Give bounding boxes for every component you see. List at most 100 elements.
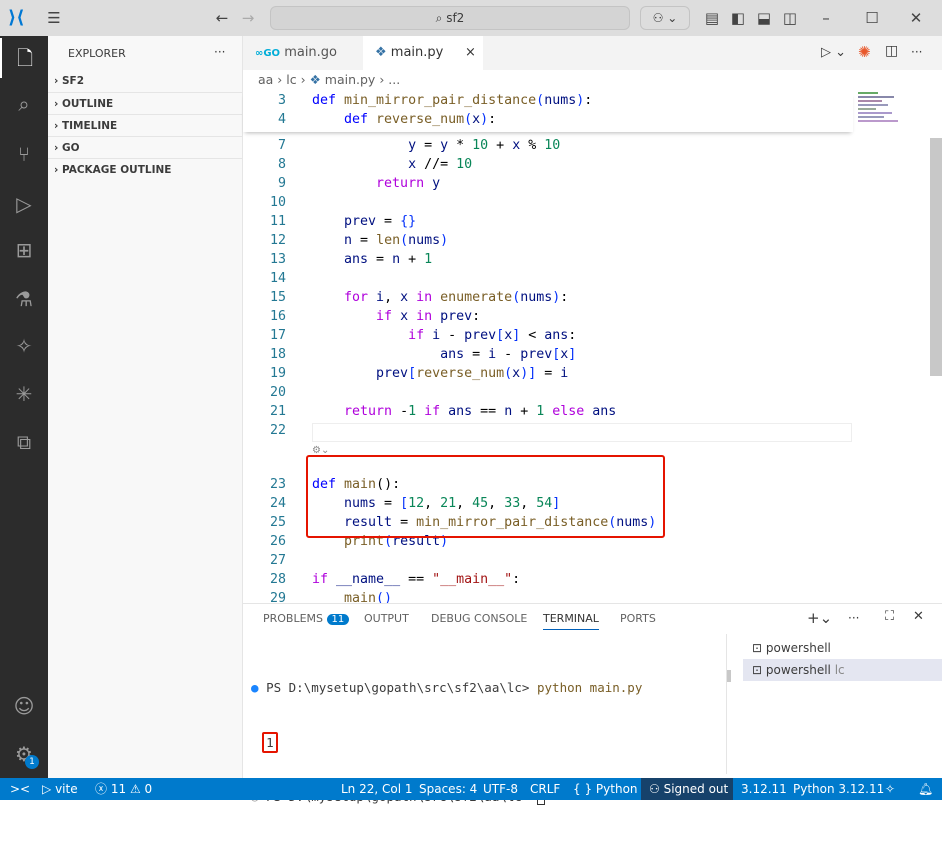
line-number: 18	[269, 347, 286, 362]
terminal-scrollbar[interactable]	[727, 670, 731, 682]
remote-icon[interactable]: ✧	[0, 326, 48, 366]
section-sf2[interactable]: › SF2	[48, 70, 243, 92]
editor-more-icon[interactable]: ···	[911, 45, 922, 59]
tab-problems[interactable]: PROBLEMS 11	[263, 612, 350, 625]
problems-item[interactable]: ⓧ 11 ⚠ 0	[95, 778, 152, 800]
close-panel-icon[interactable]: ✕	[913, 609, 924, 624]
python-interpreter[interactable]: Python 3.12.11	[793, 778, 884, 800]
section-package-outline[interactable]: › PACKAGE OUTLINE	[48, 158, 243, 180]
toggle-sidebar-icon[interactable]: ◧	[728, 8, 748, 28]
settings-gear-icon[interactable]: ⚙	[0, 734, 48, 774]
code-token: ans	[312, 252, 369, 267]
section-outline[interactable]: › OUTLINE	[48, 92, 243, 114]
run-task-item[interactable]: ▷ vite	[42, 778, 78, 800]
code-token: :	[584, 93, 593, 108]
command-center-search[interactable]: ⌕ sf2	[270, 6, 630, 30]
line-number: 20	[269, 385, 286, 400]
code-token: 1	[424, 252, 433, 267]
code-token: %	[520, 138, 545, 153]
encoding[interactable]: UTF-8	[483, 778, 518, 800]
claude-icon[interactable]: ✺	[858, 43, 871, 61]
tab-main-py[interactable]: ❖ main.py ×	[363, 36, 483, 70]
code-token: ,	[384, 290, 401, 305]
menu-icon[interactable]: ☰	[44, 8, 64, 28]
minimize-button[interactable]: –	[816, 8, 836, 28]
language-mode[interactable]: { } Python	[573, 778, 638, 800]
code-token: {}	[400, 214, 417, 229]
line-number: 27	[269, 553, 286, 568]
breadcrumb-item[interactable]: main.py	[325, 72, 376, 87]
breadcrumb-item[interactable]: ...	[388, 72, 400, 87]
editor-scrollbar[interactable]	[930, 138, 942, 376]
code-token: min_mirror_pair_distance	[344, 93, 537, 108]
close-tab-icon[interactable]: ×	[465, 36, 476, 70]
line-number: 14	[269, 271, 286, 286]
tab-label: main.py	[390, 45, 444, 60]
tab-terminal[interactable]: TERMINAL	[543, 612, 599, 630]
run-python-button[interactable]: ▷ ⌄	[821, 45, 846, 60]
terminal-session-active[interactable]: ⊡ powershell lc	[743, 659, 942, 681]
copilot-icon[interactable]: ✳	[0, 374, 48, 414]
remote-explorer-icon[interactable]: ⧉	[0, 422, 48, 462]
toggle-panel-icon[interactable]: ⬓	[754, 8, 774, 28]
testing-icon[interactable]: ⚗	[0, 279, 48, 319]
line-number: 19	[269, 366, 286, 381]
breadcrumb-item[interactable]: lc	[286, 72, 296, 87]
copilot-status[interactable]: ⚇ Signed out	[641, 778, 733, 800]
customize-layout-icon[interactable]: ▤	[702, 8, 722, 28]
close-window-button[interactable]: ✕	[906, 8, 926, 28]
section-timeline[interactable]: › TIMELINE	[48, 114, 243, 136]
files-icon[interactable]: 🗋	[0, 38, 48, 78]
code-token: (	[400, 233, 409, 248]
code-token: ans	[312, 347, 465, 362]
signed-out-label: Signed out	[663, 782, 729, 796]
source-control-icon[interactable]: ⑂	[0, 134, 48, 174]
extensions-icon[interactable]: ⊞	[0, 230, 48, 270]
line-number: 3	[277, 93, 286, 108]
notifications-bell-icon[interactable]: 🔔︎	[918, 778, 933, 800]
code-token: *	[448, 138, 473, 153]
code-token: 1	[408, 404, 417, 419]
python-version[interactable]: 3.12.11	[741, 778, 787, 800]
code-token: x	[472, 112, 481, 127]
maximize-panel-icon[interactable]: ⛶	[885, 609, 894, 624]
python-file-icon: ❖	[309, 72, 321, 87]
terminal-output[interactable]: ● PS D:\mysetup\gopath\src\sf2\aa\lc> py…	[251, 644, 642, 841]
line-number: 16	[269, 309, 286, 324]
inline-chat-hint-icon[interactable]: ⚙⌄	[312, 445, 329, 456]
cursor-position[interactable]: Ln 22, Col 1	[341, 778, 413, 800]
account-icon[interactable]: ☺	[0, 686, 48, 726]
success-dot-icon: ●	[251, 680, 259, 695]
maximize-button[interactable]: ☐	[862, 8, 882, 28]
tab-debug-console[interactable]: DEBUG CONSOLE	[431, 612, 527, 625]
code-token: return	[312, 176, 433, 191]
split-editor-icon[interactable]: ◫	[885, 43, 898, 59]
code-token: +	[512, 404, 537, 419]
breadcrumb-item[interactable]: aa	[258, 72, 273, 87]
terminal-session[interactable]: ⊡ powershell	[748, 638, 942, 658]
indentation[interactable]: Spaces: 4	[419, 778, 477, 800]
breadcrumb: aa › lc › ❖ main.py › ...	[258, 72, 401, 87]
toggle-secondary-sidebar-icon[interactable]: ◫	[780, 8, 800, 28]
tab-main-go[interactable]: ∞GO main.go	[243, 36, 363, 70]
code-token: )	[440, 233, 449, 248]
forward-button[interactable]: →	[238, 8, 258, 28]
more-actions-button[interactable]: ···	[214, 45, 225, 59]
minimap[interactable]	[858, 92, 918, 152]
back-button[interactable]: ←	[212, 8, 232, 28]
code-token: =	[416, 138, 441, 153]
section-label: PACKAGE OUTLINE	[61, 164, 172, 176]
remote-indicator[interactable]: ><	[10, 778, 30, 800]
copilot-button[interactable]: ⚇ ⌄	[640, 6, 690, 30]
section-go[interactable]: › GO	[48, 136, 243, 158]
new-terminal-button[interactable]: +⌄	[807, 609, 832, 627]
panel-more-icon[interactable]: ···	[848, 611, 859, 625]
line-ending[interactable]: CRLF	[530, 778, 560, 800]
search-icon[interactable]: ⌕	[0, 84, 48, 124]
run-debug-icon[interactable]: ▷	[0, 184, 48, 224]
code-token: n	[392, 252, 401, 267]
remote-explorer-icon[interactable]: ✧	[885, 778, 895, 800]
tab-output[interactable]: OUTPUT	[364, 612, 409, 625]
tab-ports[interactable]: PORTS	[620, 612, 656, 625]
terminal-icon: ⊡	[752, 641, 763, 655]
